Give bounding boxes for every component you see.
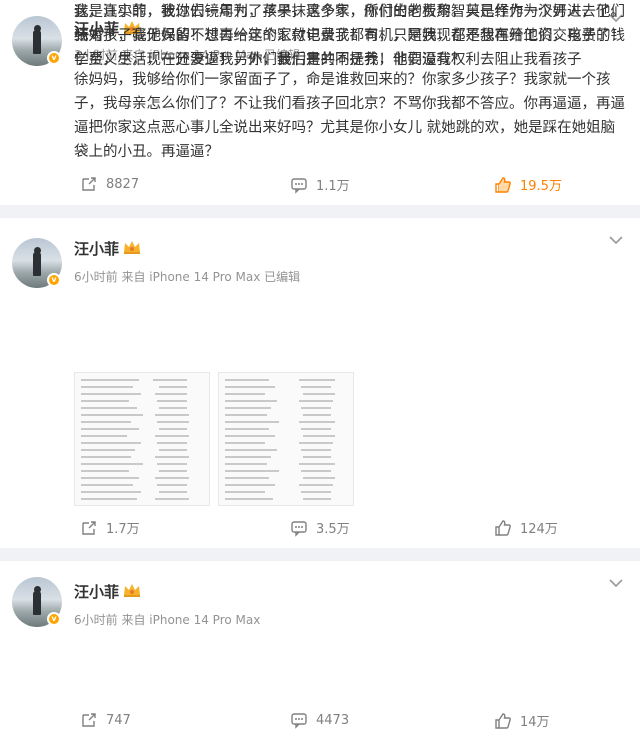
comment-button[interactable]: 4473 (290, 711, 349, 729)
post-meta: 6小时前 来自 iPhone 14 Pro Max 已编辑 (74, 270, 301, 284)
share-button[interactable]: 1.7万 (80, 518, 140, 537)
share-icon (82, 177, 96, 191)
chevron-down-icon[interactable] (608, 234, 624, 246)
post-actions: 8827 1.1万 19.5万 (0, 175, 640, 199)
verified-badge-icon: v (47, 273, 61, 287)
share-button[interactable]: 747 (80, 711, 131, 729)
comment-count: 3.5万 (316, 522, 350, 537)
share-count: 747 (106, 712, 131, 728)
like-count: 124万 (520, 522, 558, 537)
share-icon (82, 520, 96, 535)
verified-badge-icon: v (47, 51, 61, 65)
like-count: 14万 (520, 715, 550, 730)
image-thumbnails (74, 372, 364, 506)
thumbs-up-icon (495, 176, 511, 193)
verified-badge-icon: v (47, 612, 61, 626)
comment-count: 1.1万 (316, 179, 350, 194)
comment-count: 4473 (316, 712, 350, 728)
comment-icon (291, 520, 307, 537)
like-button[interactable]: 19.5万 (494, 175, 562, 194)
vip-crown-icon[interactable] (122, 581, 142, 599)
post-meta: 6小时前 来自 iPhone 14 Pro Max (74, 613, 261, 627)
like-button[interactable]: 14万 (494, 711, 550, 730)
vip-crown-icon[interactable] (122, 238, 142, 256)
post-text: 徐妈妈，我够给你们一家留面子了，命是谁救回来的？你家多少孩子？我家就一个孩子，我… (74, 72, 625, 160)
share-count: 8827 (106, 176, 140, 192)
post-actions: 747 4473 14万 (0, 711, 640, 735)
thumbs-up-icon (495, 519, 511, 536)
comment-button[interactable]: 1.1万 (290, 175, 350, 194)
comment-button[interactable]: 3.5万 (290, 518, 350, 537)
thumbs-up-icon (495, 712, 511, 729)
author-name[interactable]: 汪小菲 (74, 581, 119, 602)
chevron-down-icon[interactable] (608, 577, 624, 589)
share-button[interactable]: 8827 (80, 175, 139, 193)
like-button[interactable]: 124万 (494, 518, 558, 537)
receipt-image[interactable] (74, 372, 210, 506)
share-count: 1.7万 (106, 522, 140, 537)
receipt-image[interactable] (218, 372, 354, 506)
author-name[interactable]: 汪小菲 (74, 238, 119, 259)
share-icon (82, 713, 96, 727)
post-actions: 1.7万 3.5万 124万 (0, 518, 640, 542)
comment-icon (291, 713, 307, 729)
weibo-feed: v 汪小菲 3小时前 来自 iPhone 14 Pro Max 已编辑 徐妈妈，… (0, 0, 640, 737)
like-count: 19.5万 (520, 179, 562, 194)
comment-icon (291, 177, 307, 194)
post-text: 我，汪小菲，被你们镜周刊，苹果抹黑多年，你们的老板黎智英已经作为汉奸进去了。我对… (74, 4, 625, 68)
